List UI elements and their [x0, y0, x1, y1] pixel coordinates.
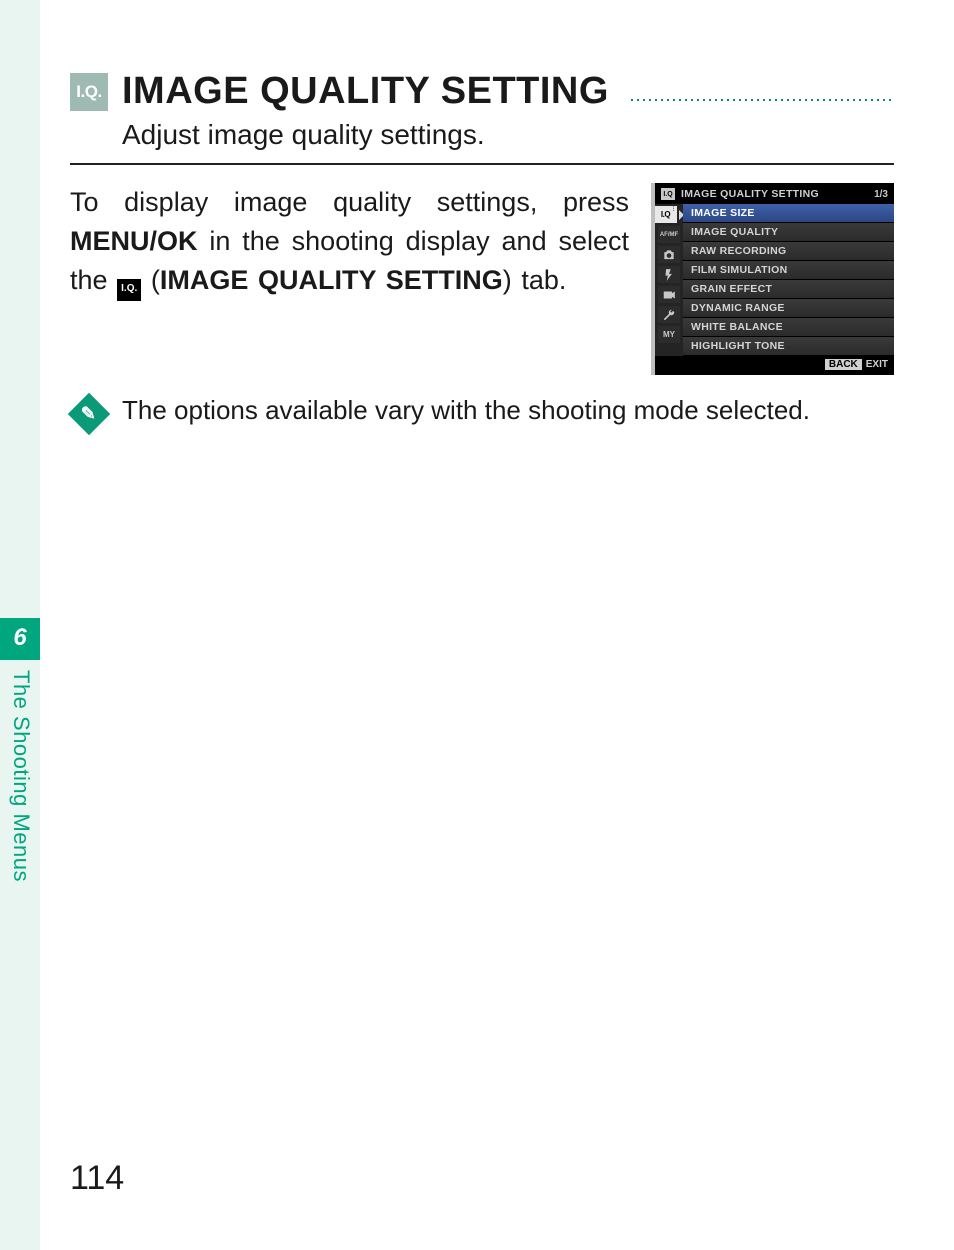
menu-tab-camera-icon: [658, 246, 680, 263]
menu-header-page: 1/3: [874, 189, 888, 200]
menu-item: IMAGE QUALITY: [683, 223, 894, 242]
note-icon: ✎: [68, 393, 110, 435]
chapter-number: 6: [0, 618, 40, 660]
chapter-tab: 6 The Shooting Menus: [0, 618, 40, 928]
menu-items: IMAGE SIZE IMAGE QUALITY RAW RECORDING F…: [683, 204, 894, 356]
menu-item: FILM SIMULATION: [683, 261, 894, 280]
heading-row: I.Q. IMAGE QUALITY SETTING: [70, 70, 894, 113]
page-subtitle: Adjust image quality settings.: [122, 119, 894, 151]
menu-item: WHITE BALANCE: [683, 318, 894, 337]
note-icon-glyph: ✎: [81, 404, 96, 425]
menu-item: HIGHLIGHT TONE: [683, 337, 894, 356]
menu-item: DYNAMIC RANGE: [683, 299, 894, 318]
chapter-label: The Shooting Menus: [0, 660, 42, 892]
menu-tab-movie-icon: [658, 286, 680, 303]
menu-tab-flash-icon: [658, 266, 680, 283]
body-text-pre: To display image quality settings, press: [70, 187, 629, 217]
page-title: IMAGE QUALITY SETTING: [122, 70, 609, 113]
menu-back-label: BACK: [825, 359, 862, 370]
camera-menu-screenshot: I.Q IMAGE QUALITY SETTING 1/3 I.Q⋮ AF/MF…: [651, 183, 894, 375]
note-text: The options available vary with the shoo…: [122, 393, 810, 428]
menu-header-title: IMAGE QUALITY SETTING: [681, 188, 868, 200]
note-block: ✎ The options available vary with the sh…: [70, 393, 894, 429]
iq-icon: I.Q.: [70, 73, 108, 111]
iq-inline-icon: I.Q.: [117, 279, 141, 301]
body-paragraph: To display image quality settings, press…: [70, 183, 629, 301]
body-text-post1: (: [141, 265, 160, 295]
menu-ok-label: MENU/OK: [70, 226, 198, 256]
menu-tabs: I.Q⋮ AF/MF MY: [655, 204, 683, 356]
menu-header: I.Q IMAGE QUALITY SETTING 1/3: [655, 183, 894, 204]
body-text-post2: ) tab.: [503, 265, 567, 295]
menu-item: RAW RECORDING: [683, 242, 894, 261]
dotted-rule: [629, 99, 894, 101]
menu-tab-iq: I.Q⋮: [655, 206, 677, 223]
menu-item: IMAGE SIZE: [683, 204, 894, 223]
divider: [70, 163, 894, 165]
menu-header-icon: I.Q: [661, 188, 675, 200]
menu-exit-label: EXIT: [866, 359, 888, 370]
menu-tab-af: AF/MF: [658, 226, 680, 243]
menu-item: GRAIN EFFECT: [683, 280, 894, 299]
menu-tab-wrench-icon: [658, 306, 680, 323]
page-number: 114: [70, 1159, 124, 1198]
tab-name: IMAGE QUALITY SETTING: [160, 265, 503, 295]
menu-tab-my: MY: [658, 326, 680, 343]
menu-footer: BACK EXIT: [655, 356, 894, 375]
